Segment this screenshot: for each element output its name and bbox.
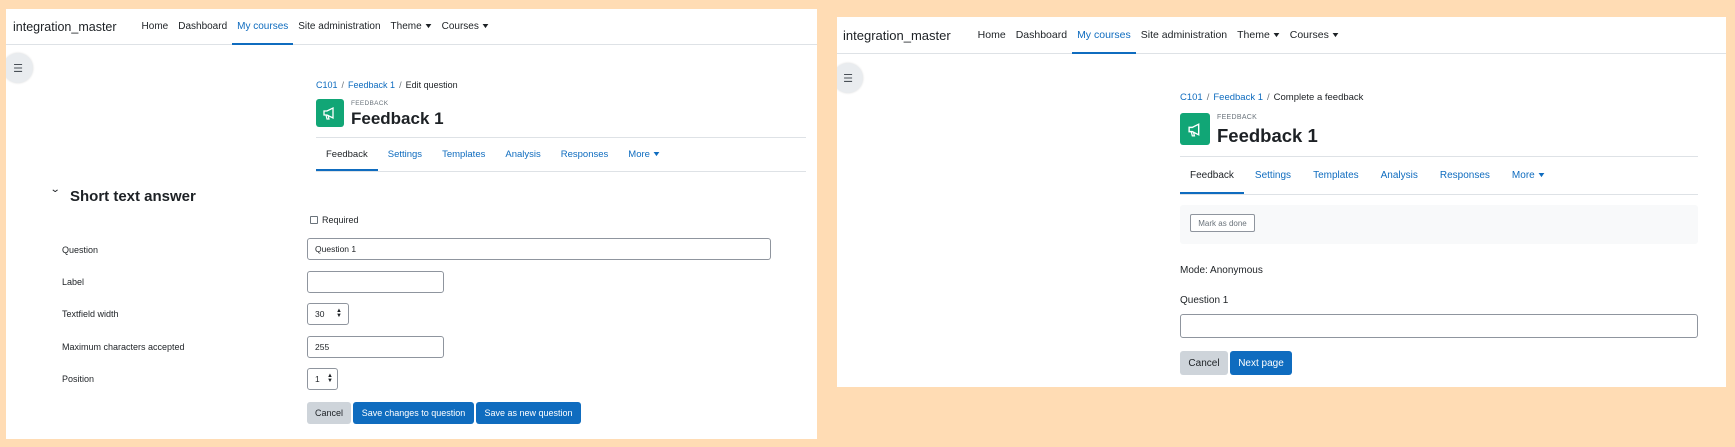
label-field-label: Label — [62, 277, 85, 287]
tab-feedback[interactable]: Feedback — [316, 137, 378, 171]
save-as-new-button[interactable]: Save as new question — [476, 402, 581, 424]
nav-dashboard[interactable]: Dashboard — [1011, 17, 1072, 53]
nav-my-courses[interactable]: My courses — [1072, 17, 1136, 54]
nav-home[interactable]: Home — [973, 17, 1011, 53]
breadcrumb-current: Edit question — [405, 80, 458, 90]
breadcrumb-course[interactable]: C101 — [1180, 92, 1203, 103]
tab-templates[interactable]: Templates — [1302, 156, 1370, 194]
nav-theme-label: Theme — [390, 21, 422, 32]
mode-text: Mode: Anonymous — [1180, 265, 1263, 276]
megaphone-icon — [323, 106, 334, 120]
nav-theme[interactable]: Theme ▼ — [1232, 17, 1285, 53]
tab-feedback[interactable]: Feedback — [1180, 156, 1244, 194]
breadcrumb-activity[interactable]: Feedback 1 — [1213, 92, 1263, 103]
max-chars-input[interactable]: 255 — [307, 336, 444, 358]
label-input[interactable] — [307, 271, 444, 293]
tab-responses[interactable]: Responses — [1429, 156, 1501, 194]
cancel-button[interactable]: Cancel — [307, 402, 351, 424]
top-navbar: integration_master Home Dashboard My cou… — [6, 9, 817, 45]
breadcrumb-course[interactable]: C101 — [316, 80, 338, 90]
chevron-down-icon: ▼ — [1536, 171, 1547, 179]
required-checkbox[interactable] — [310, 216, 318, 224]
nav-courses[interactable]: Courses ▼ — [1285, 17, 1344, 53]
breadcrumb-activity[interactable]: Feedback 1 — [348, 80, 395, 90]
save-changes-button[interactable]: Save changes to question — [353, 402, 474, 424]
nav-my-courses[interactable]: My courses — [232, 9, 294, 45]
secondary-nav: Feedback Settings Templates Analysis Res… — [1180, 156, 1556, 194]
activity-kicker: FEEDBACK — [1217, 114, 1258, 121]
tab-analysis[interactable]: Analysis — [495, 137, 550, 171]
breadcrumb: C101/Feedback 1/Complete a feedback — [1180, 92, 1364, 103]
chevron-down-icon: ▼ — [1271, 31, 1282, 39]
position-select[interactable]: 1 ▲ ▼ — [307, 368, 338, 390]
edit-question-window: integration_master Home Dashboard My cou… — [6, 9, 817, 439]
page-title: Feedback 1 — [351, 109, 444, 128]
tab-analysis[interactable]: Analysis — [1370, 156, 1429, 194]
tab-more-label: More — [628, 148, 650, 160]
completion-box — [1180, 205, 1698, 244]
nav-site-administration[interactable]: Site administration — [293, 9, 385, 44]
chevron-down-icon: ▼ — [1330, 31, 1341, 39]
tab-more-label: More — [1511, 169, 1535, 181]
nav-courses[interactable]: Courses ▼ — [437, 9, 494, 44]
tab-more[interactable]: More ▼ — [1501, 156, 1556, 194]
megaphone-icon — [1187, 122, 1199, 137]
select-arrows-icon: ▲ ▼ — [327, 373, 333, 384]
nav-home[interactable]: Home — [137, 9, 174, 44]
chevron-down-icon: ▼ — [480, 23, 491, 30]
nav-site-administration[interactable]: Site administration — [1136, 17, 1232, 53]
chevron-section-icon[interactable]: ⌄ — [50, 184, 61, 195]
activity-icon — [316, 99, 344, 127]
course-index-icon: ☰ — [843, 72, 853, 85]
nav-theme-label: Theme — [1237, 29, 1270, 41]
site-brand[interactable]: integration_master — [6, 9, 117, 44]
question-answer-input[interactable] — [1180, 314, 1698, 338]
question-label: Question — [62, 245, 99, 255]
top-navbar: integration_master Home Dashboard My cou… — [837, 17, 1726, 54]
mark-as-done-button[interactable]: Mark as done — [1190, 214, 1255, 232]
secondary-nav: Feedback Settings Templates Analysis Res… — [316, 137, 670, 171]
tab-more[interactable]: More ▼ — [618, 137, 670, 171]
breadcrumb-current: Complete a feedback — [1273, 92, 1364, 103]
chevron-down-icon: ▼ — [423, 23, 433, 30]
tab-settings[interactable]: Settings — [378, 137, 432, 171]
activity-kicker: FEEDBACK — [351, 100, 389, 107]
activity-icon — [1180, 113, 1210, 145]
tab-settings[interactable]: Settings — [1244, 156, 1302, 194]
page-title: Feedback 1 — [1217, 125, 1318, 146]
position-value: 1 — [315, 374, 320, 384]
select-arrows-icon: ▲ ▼ — [336, 308, 342, 319]
nav-dashboard[interactable]: Dashboard — [173, 9, 232, 44]
position-label: Position — [62, 374, 95, 384]
course-index-toggle[interactable]: ☰ — [837, 63, 863, 93]
textfield-width-label: Textfield width — [62, 309, 119, 319]
nav-courses-label: Courses — [441, 21, 479, 32]
nav-theme[interactable]: Theme ▼ — [386, 9, 437, 44]
textfield-width-value: 30 — [315, 309, 325, 319]
complete-feedback-window: integration_master Home Dashboard My cou… — [837, 17, 1726, 387]
site-brand[interactable]: integration_master — [837, 17, 951, 53]
nav-courses-label: Courses — [1289, 29, 1329, 41]
question-label: Question 1 — [1180, 295, 1229, 306]
textfield-width-select[interactable]: 30 ▲ ▼ — [307, 303, 349, 325]
course-index-toggle[interactable]: ☰ — [6, 53, 33, 83]
cancel-button[interactable]: Cancel — [1180, 351, 1228, 375]
next-page-button[interactable]: Next page — [1230, 351, 1292, 375]
chevron-down-icon: ▼ — [651, 150, 662, 158]
question-input[interactable]: Question 1 — [307, 238, 771, 260]
course-index-icon: ☰ — [13, 62, 23, 75]
section-title: Short text answer — [70, 188, 196, 205]
breadcrumb: C101/Feedback 1/Edit question — [316, 80, 458, 90]
tab-templates[interactable]: Templates — [432, 137, 495, 171]
tab-responses[interactable]: Responses — [551, 137, 619, 171]
max-chars-label: Maximum characters accepted — [62, 342, 185, 352]
required-label: Required — [322, 215, 359, 225]
